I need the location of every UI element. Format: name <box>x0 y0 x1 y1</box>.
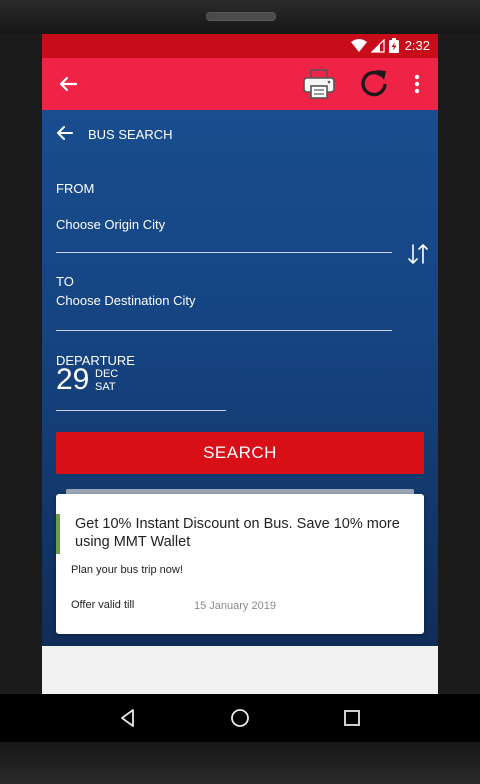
from-label: FROM <box>56 181 95 196</box>
cell-signal-icon <box>370 38 385 53</box>
departure-day[interactable]: 29 <box>56 364 89 396</box>
destination-underline <box>56 330 392 331</box>
arrow-left-icon[interactable] <box>56 72 80 96</box>
offer-valid-label: Offer valid till <box>71 599 135 611</box>
nav-home-icon[interactable] <box>230 708 250 728</box>
departure-weekday: SAT <box>95 381 116 393</box>
arrow-left-icon[interactable] <box>54 122 76 144</box>
page-title: BUS SEARCH <box>88 127 173 142</box>
destination-city-field[interactable]: Choose Destination City <box>56 293 195 308</box>
search-button[interactable]: SEARCH <box>56 432 424 474</box>
speaker-grille <box>206 12 276 21</box>
status-bar: 2:32 <box>42 34 438 58</box>
origin-underline <box>56 252 392 253</box>
more-vertical-icon[interactable] <box>408 72 426 96</box>
printer-icon[interactable] <box>302 68 336 100</box>
swap-icon[interactable] <box>406 242 430 266</box>
status-time: 2:32 <box>404 38 430 53</box>
departure-underline <box>56 410 226 411</box>
offer-valid-date: 15 January 2019 <box>194 600 276 612</box>
bus-search-panel: BUS SEARCH FROM Choose Origin City TO Ch… <box>42 110 438 646</box>
phone-screen: 2:32 BUS SEARCH FROM Choose Origin City … <box>42 34 438 694</box>
offer-subtitle: Plan your bus trip now! <box>71 564 183 576</box>
battery-charging-icon <box>388 38 399 53</box>
departure-month-weekday[interactable]: DEC SAT <box>95 368 118 394</box>
origin-city-field[interactable]: Choose Origin City <box>56 217 165 232</box>
offer-accent-bar <box>56 514 60 554</box>
system-nav-bar <box>0 694 480 742</box>
device-bezel-bottom <box>0 742 480 784</box>
offer-card[interactable]: Get 10% Instant Discount on Bus. Save 10… <box>56 494 424 634</box>
refresh-icon[interactable] <box>356 66 392 102</box>
offer-title: Get 10% Instant Discount on Bus. Save 10… <box>75 516 400 550</box>
wifi-icon <box>350 38 367 52</box>
nav-back-icon[interactable] <box>118 708 138 728</box>
nav-recent-apps-icon[interactable] <box>343 709 361 727</box>
app-toolbar <box>42 58 438 110</box>
to-label: TO <box>56 274 74 289</box>
device-bezel-top <box>0 0 480 34</box>
departure-month: DEC <box>95 368 119 380</box>
